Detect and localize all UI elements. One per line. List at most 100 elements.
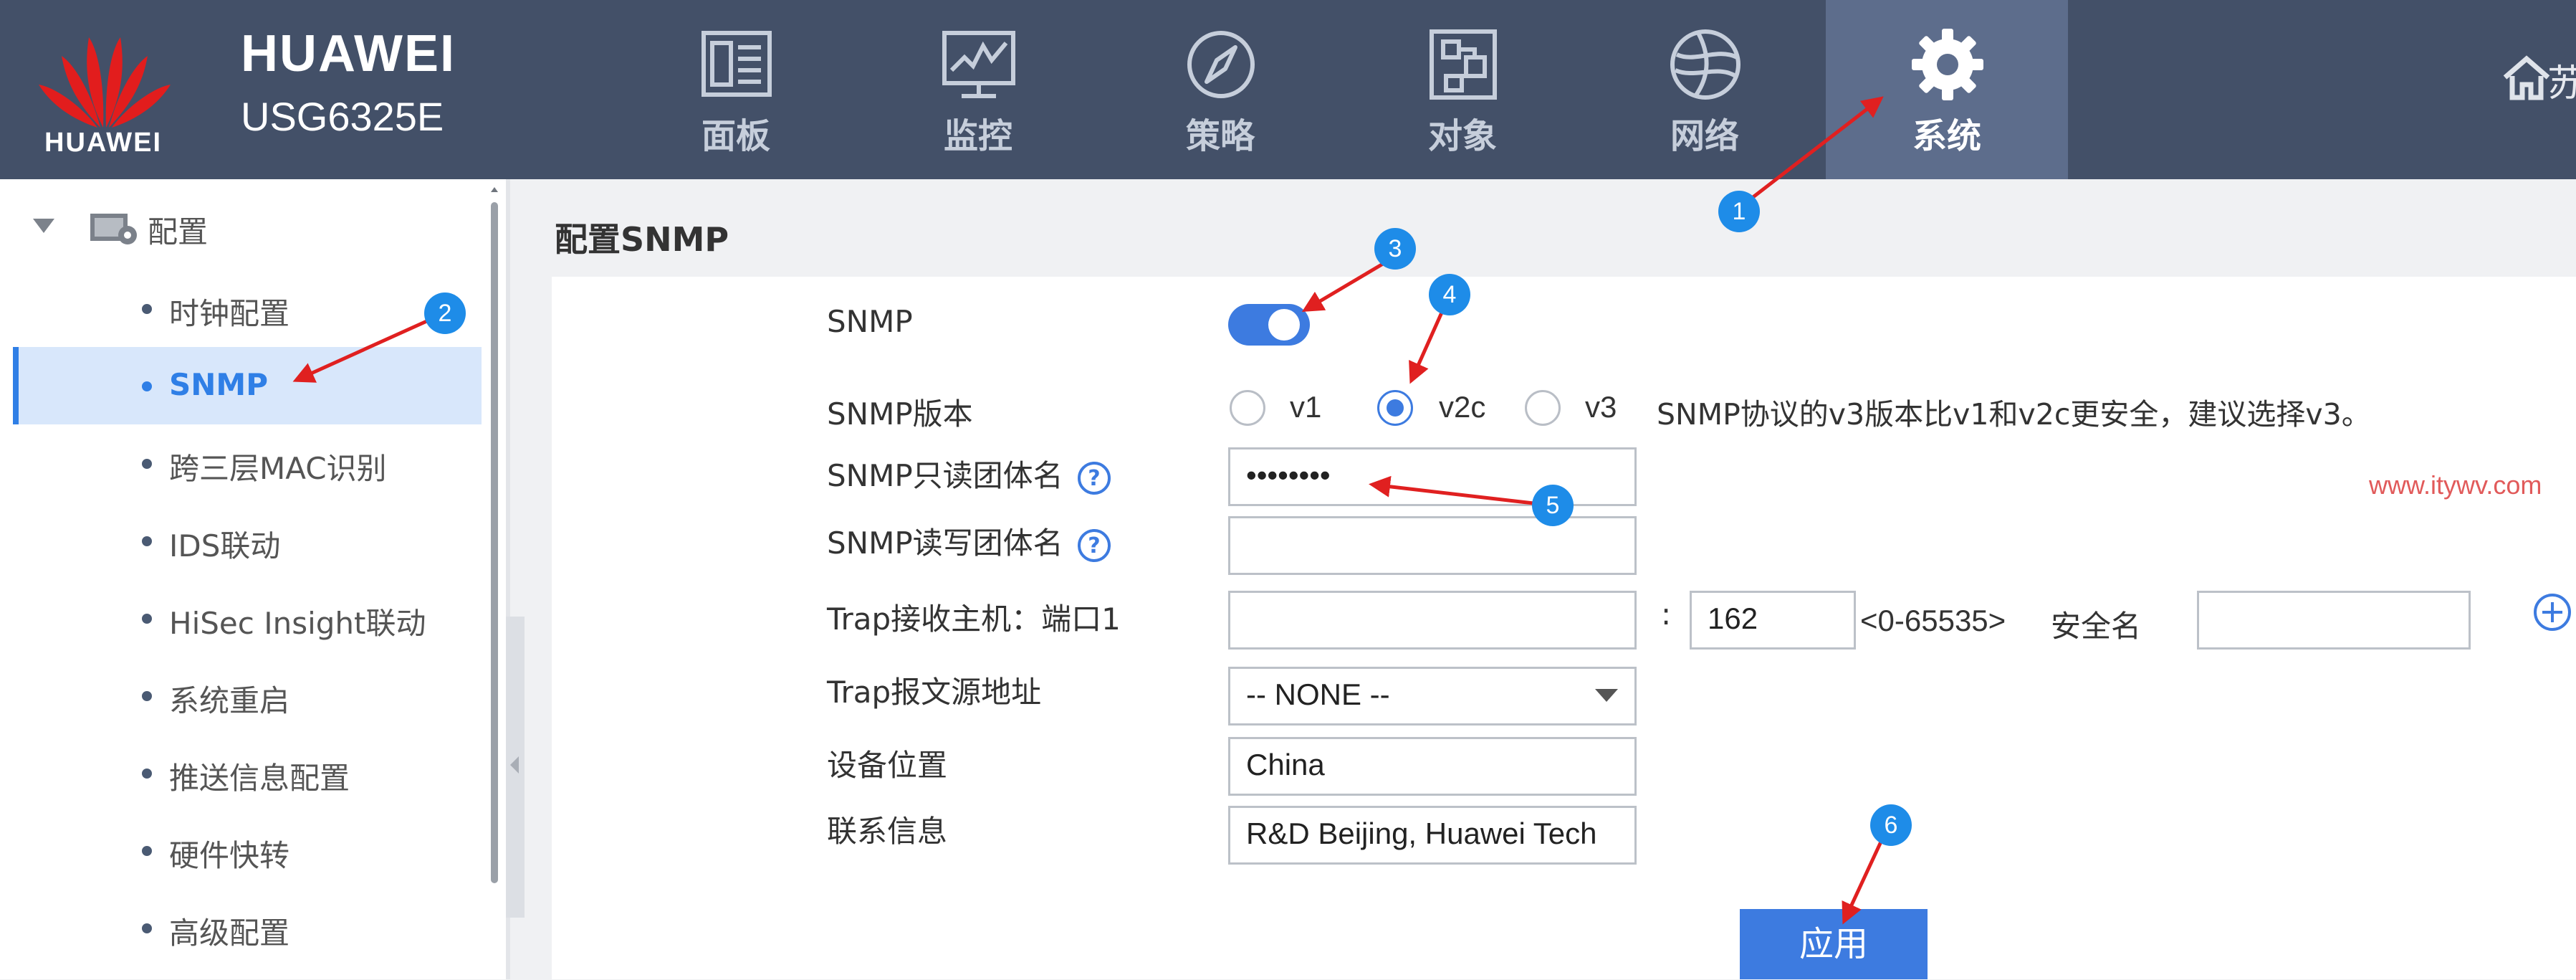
bullet [142,304,152,314]
svg-text:?: ? [1088,466,1100,491]
radio-v3[interactable] [1525,390,1561,426]
user-label: 苏 [2547,62,2576,103]
annotation-badge-4: 4 [1429,274,1470,315]
tab-network-label: 网络 [1670,116,1739,156]
scroll-up-arrow-icon[interactable] [490,185,499,194]
ro-community-label: SNMP只读团体名 [827,458,1063,493]
sidebar-group-label: 配置 [148,214,209,249]
huawei-logo-icon [39,37,171,128]
bullet [142,614,152,624]
sidebar-group-config[interactable]: 配置 [32,208,461,251]
radio-v1[interactable] [1230,390,1265,426]
annotation-badge-5: 5 [1532,485,1574,526]
security-name-input[interactable] [2197,591,2471,650]
port-separator: : [1661,596,1672,632]
trap-source-select[interactable]: -- NONE -- [1228,667,1637,726]
contact-input[interactable]: R&D Beijing, Huawei Tech [1228,806,1637,865]
trap-host-input[interactable] [1228,591,1637,650]
add-circle-icon[interactable] [2532,592,2572,632]
chevron-down-icon [1595,689,1618,702]
sidebar-item-hisec[interactable]: HiSec Insight联动 [13,579,476,657]
sidebar-item-snmp[interactable]: SNMP [13,347,482,424]
svg-text:?: ? [1088,533,1100,558]
tab-system[interactable]: 系统 [1826,0,2068,179]
annotation-badge-3: 3 [1374,228,1416,270]
sidebar-item-reboot[interactable]: 系统重启 [13,657,476,734]
sidebar-item-label: IDS联动 [169,528,281,563]
bullet [142,691,152,701]
globe-icon [1670,29,1741,100]
object-icon [1430,29,1497,100]
radio-v3-label: v3 [1585,390,1617,424]
bullet [142,381,152,391]
annotation-badge-6: 6 [1870,804,1912,846]
sidebar-item-push[interactable]: 推送信息配置 [13,734,476,812]
rw-community-label: SNMP读写团体名 [827,525,1063,561]
sidebar-item-label: 系统重启 [169,683,290,718]
trap-host-label: Trap接收主机：端口1 [827,601,1121,637]
caret-down-icon [33,219,54,233]
annotation-badge-1: 1 [1718,191,1760,232]
rw-community-label-row: SNMP读写团体名 ? [827,519,1111,563]
compass-icon [1187,31,1255,98]
bullet [142,846,152,856]
ro-community-label-row: SNMP只读团体名 ? [827,452,1111,495]
ro-community-input[interactable]: •••••••• [1228,447,1637,506]
security-name-label: 安全名 [2051,609,2142,644]
tab-network[interactable]: 网络 [1584,0,1826,179]
bullet [142,536,152,546]
version-hint: SNMP协议的v3版本比v1和v2c更安全，建议选择v3。 [1657,397,2371,432]
collapse-arrow-icon [510,756,519,774]
tab-system-label: 系统 [1912,116,1981,156]
sidebar-item-label: 时钟配置 [169,296,290,331]
port-range-hint: <0-65535> [1860,604,2006,637]
sidebar-item-label: 硬件快转 [169,838,290,873]
rw-community-input[interactable] [1228,516,1637,575]
sidebar-item-label: HiSec Insight联动 [169,606,426,641]
sidebar-scrollbar[interactable] [491,202,498,883]
sidebar-item-mac-identify[interactable]: 跨三层MAC识别 [13,424,476,502]
help-icon[interactable]: ? [1077,461,1111,495]
location-label: 设备位置 [827,748,948,783]
sidebar-item-ids[interactable]: IDS联动 [13,502,476,579]
contact-label: 联系信息 [827,814,948,849]
page-title: 配置SNMP [555,220,729,259]
tab-object-label: 对象 [1427,116,1497,156]
snmp-toggle-knob [1268,309,1300,341]
brand-name: HUAWEI [241,25,456,82]
help-icon[interactable]: ? [1077,528,1111,563]
tab-policy-label: 策略 [1185,116,1255,156]
apply-button[interactable]: 应用 [1740,909,1928,979]
device-model: USG6325E [241,94,444,139]
annotation-badge-2: 2 [424,292,466,334]
location-input[interactable]: China [1228,737,1637,796]
logo-text: HUAWEI [44,128,162,158]
tab-object[interactable]: 对象 [1341,0,1584,179]
dashboard-icon [702,31,772,97]
tab-monitor-label: 监控 [943,116,1012,156]
bullet [142,459,152,469]
sidebar-item-label: 跨三层MAC识别 [169,451,387,486]
bullet [142,923,152,933]
tab-dashboard-label: 面板 [701,116,770,156]
sidebar-item-hw-forward[interactable]: 硬件快转 [13,812,476,889]
sidebar-item-clock[interactable]: 时钟配置 [13,270,476,347]
trap-source-label: Trap报文源地址 [827,675,1042,710]
sidebar-item-label: 高级配置 [169,915,290,951]
tab-dashboard[interactable]: 面板 [615,0,857,179]
bullet [142,769,152,779]
home-icon[interactable] [2501,52,2552,103]
snmp-version-label: SNMP版本 [827,396,973,432]
sidebar-item-label: 推送信息配置 [169,761,350,796]
trap-port-input[interactable]: 162 [1690,591,1856,650]
user-menu[interactable]: 苏 [2547,53,2576,103]
tab-monitor[interactable]: 监控 [857,0,1099,179]
snmp-label: SNMP [827,304,913,339]
gear-icon [1912,29,1983,100]
monitor-icon [942,31,1015,98]
sidebar-item-advanced[interactable]: 高级配置 [13,889,476,966]
radio-v2c[interactable] [1377,390,1413,426]
radio-v1-label: v1 [1290,390,1322,424]
tab-policy[interactable]: 策略 [1099,0,1341,179]
radio-v2c-label: v2c [1439,390,1486,424]
